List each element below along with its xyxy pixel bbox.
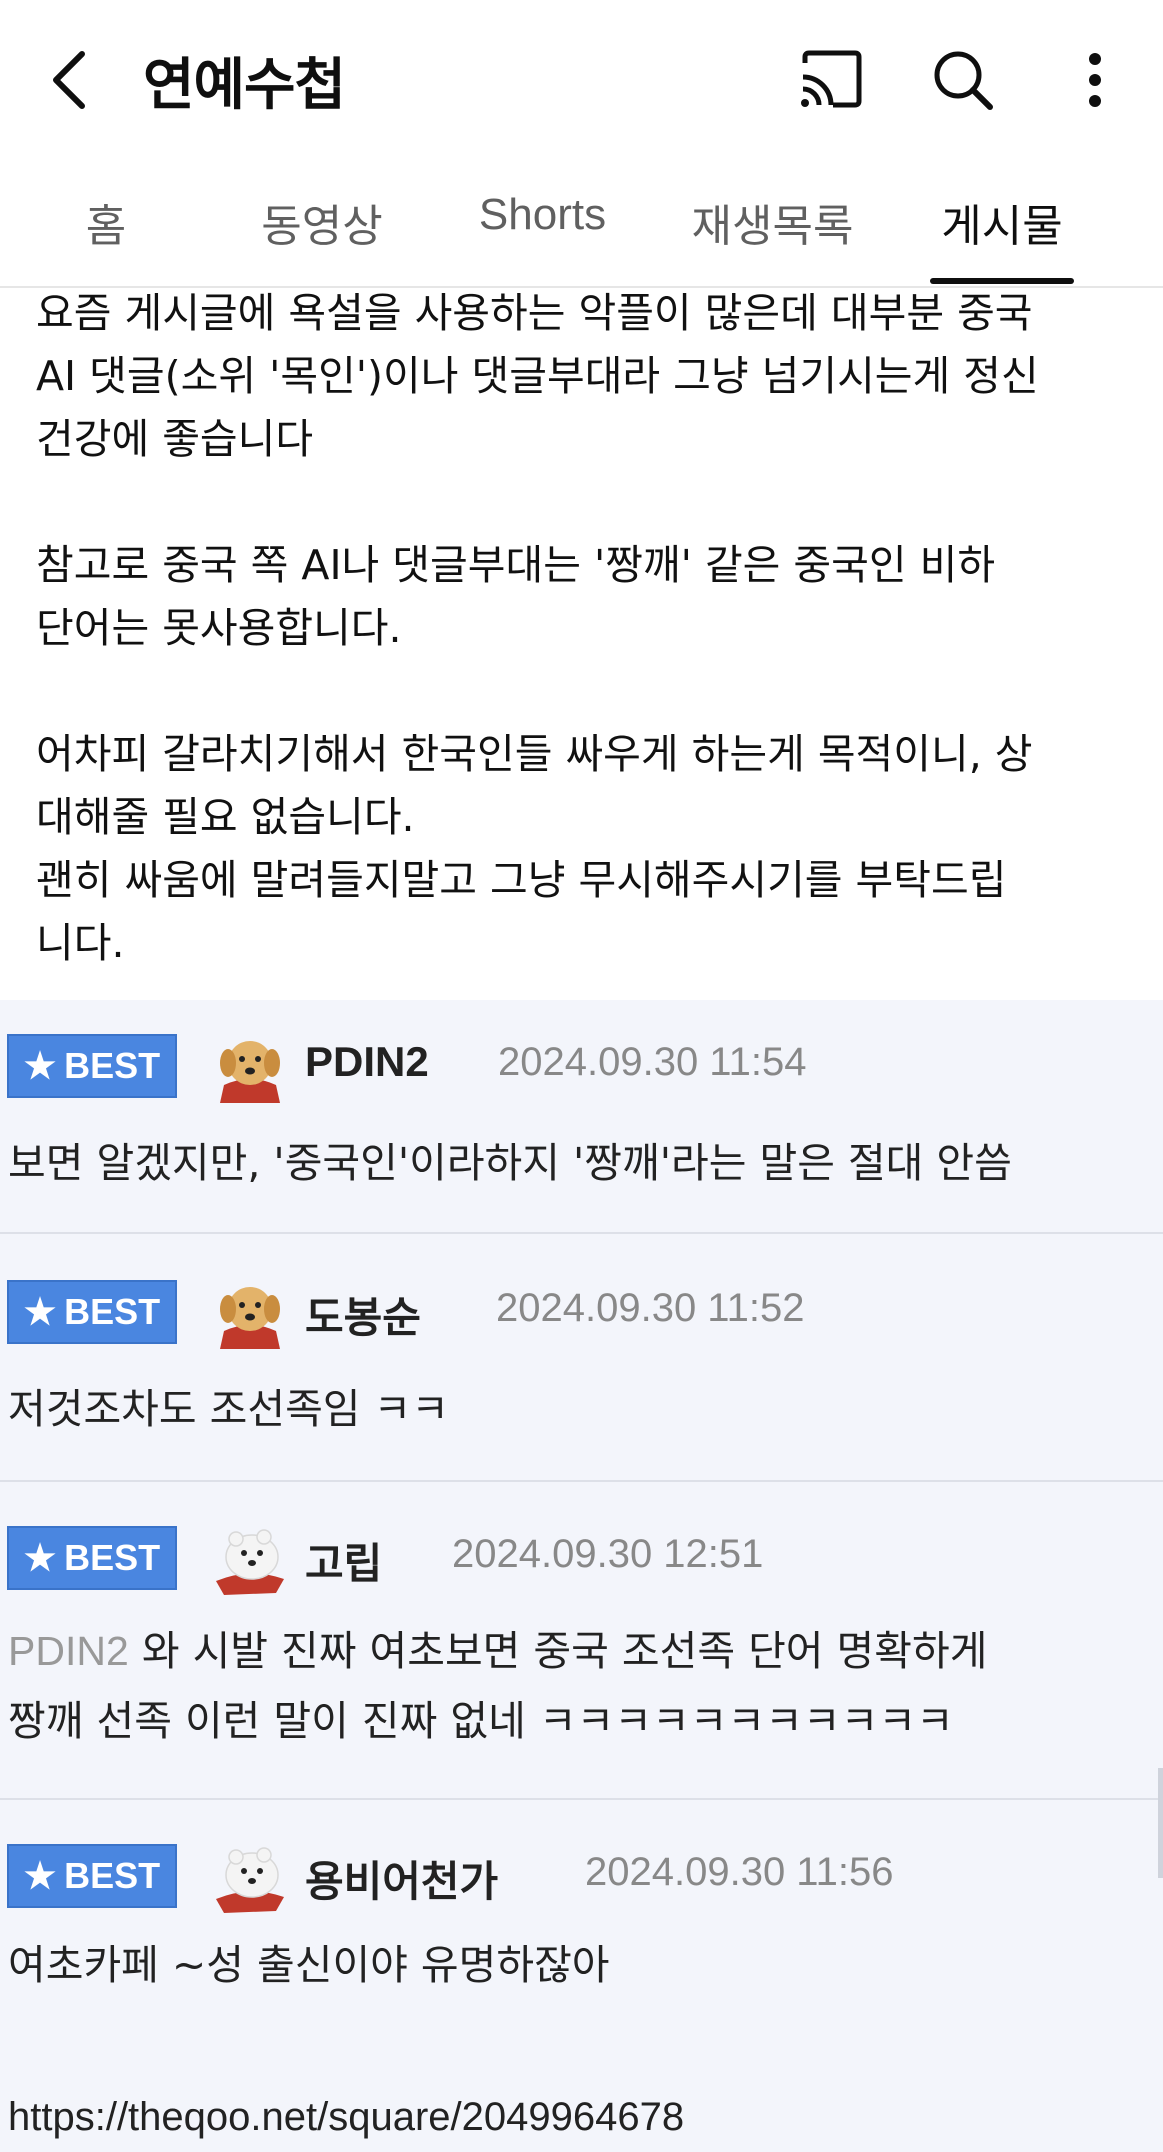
- post-line: 어차피 갈라치기해서 한국인들 싸우게 하는게 목적이니, 상: [36, 730, 1033, 778]
- polar-bear-avatar-icon: [210, 1835, 290, 1915]
- comment-date: 2024.09.30 11:56: [585, 1850, 894, 1894]
- comment-mention[interactable]: PDIN2: [8, 1628, 129, 1674]
- post-line: AI 댓글(소위 '목인')이나 댓글부대라 그냥 넘기시는게 정신: [36, 352, 1039, 400]
- comment-author[interactable]: PDIN2: [305, 1038, 429, 1086]
- source-link[interactable]: https://theqoo.net/square/2049964678: [8, 2095, 684, 2140]
- post-body: 요즘 게시글에 욕설을 사용하는 악플이 많은데 대부분 중국 AI 댓글(소위…: [36, 282, 1146, 975]
- app-bar: 연예수첩: [0, 0, 1163, 160]
- tab-videos[interactable]: 동영상: [232, 190, 412, 260]
- comment-item: ★ BEST 용비어천가 2024.09.30 11:56 여초카페 ~성 출신이…: [0, 1800, 1163, 2040]
- comment-author[interactable]: 용비어천가: [305, 1848, 498, 1909]
- comment-date: 2024.09.30 11:52: [496, 1286, 805, 1330]
- best-badge: ★ BEST: [7, 1280, 177, 1344]
- best-badge: ★ BEST: [7, 1844, 177, 1908]
- comment-text-line: 짱깨 선족 이런 말이 진짜 없네 ㅋㅋㅋㅋㅋㅋㅋㅋㅋㅋㅋ: [8, 1697, 954, 1745]
- comments-section: ★ BEST PDIN2 2024.09.30 11:54 보면 알겠지만, '중…: [0, 1000, 1163, 2152]
- post-line: 요즘 게시글에 욕설을 사용하는 악플이 많은데 대부분 중국: [36, 289, 1033, 337]
- comment-text: 저것조차도 조선족임 ㅋㅋ: [8, 1385, 449, 1433]
- tab-playlists[interactable]: 재생목록: [680, 190, 865, 260]
- comment-item: ★ BEST PDIN2 2024.09.30 11:54 보면 알겠지만, '중…: [0, 1000, 1163, 1234]
- best-badge: ★ BEST: [7, 1526, 177, 1590]
- comment-item: ★ BEST 도봉순 2024.09.30 11:52 저것조차도 조선족임 ㅋㅋ: [0, 1234, 1163, 1482]
- post-line: 건강에 좋습니다: [36, 415, 314, 463]
- comment-date: 2024.09.30 12:51: [452, 1532, 764, 1576]
- channel-title: 연예수첩: [143, 53, 346, 118]
- star-icon: ★: [23, 1855, 57, 1896]
- post-line: 대해줄 필요 없습니다.: [36, 793, 415, 841]
- tab-shorts[interactable]: Shorts: [455, 190, 630, 260]
- best-badge: ★ BEST: [7, 1034, 177, 1098]
- more-vert-icon[interactable]: [1070, 45, 1120, 115]
- comment-text-line: 와 시발 진짜 여초보면 중국 조선족 단어 명확하게: [141, 1627, 988, 1675]
- post-line: 괜히 싸움에 말려들지말고 그냥 무시해주시기를 부탁드립: [36, 856, 1007, 904]
- comment-author[interactable]: 도봉순: [305, 1284, 421, 1345]
- comment-date: 2024.09.30 11:54: [498, 1040, 807, 1084]
- post-line: 단어는 못사용합니다.: [36, 604, 402, 652]
- polar-bear-avatar-icon: [210, 1517, 290, 1597]
- back-arrow-icon[interactable]: [36, 40, 106, 120]
- puppy-avatar-icon: [210, 1025, 290, 1105]
- post-line: 니다.: [36, 919, 125, 967]
- cast-icon[interactable]: [795, 45, 865, 115]
- star-icon: ★: [23, 1291, 57, 1332]
- scrollbar[interactable]: [1158, 1768, 1163, 1878]
- comment-text: 보면 알겠지만, '중국인'이라하지 '짱깨'라는 말은 절대 안씀: [8, 1139, 1012, 1187]
- comment-item: ★ BEST 고립 2024.09.30 12:51 PDIN2 와 시발 진짜 …: [0, 1482, 1163, 1800]
- tab-home[interactable]: 홈: [36, 190, 176, 260]
- channel-tabs: 홈 동영상 Shorts 재생목록 게시물: [0, 160, 1163, 288]
- puppy-avatar-icon: [210, 1271, 290, 1351]
- post-line: 참고로 중국 쪽 AI나 댓글부대는 '짱깨' 같은 중국인 비하: [36, 541, 996, 589]
- tab-posts[interactable]: 게시물: [918, 190, 1086, 260]
- comment-text: PDIN2 와 시발 진짜 여초보면 중국 조선족 단어 명확하게: [8, 1616, 987, 1686]
- comment-author[interactable]: 고립: [305, 1530, 382, 1591]
- search-icon[interactable]: [928, 45, 998, 115]
- star-icon: ★: [23, 1045, 57, 1086]
- star-icon: ★: [23, 1537, 57, 1578]
- comment-text: 여초카페 ~성 출신이야 유명하잖아: [8, 1941, 610, 1989]
